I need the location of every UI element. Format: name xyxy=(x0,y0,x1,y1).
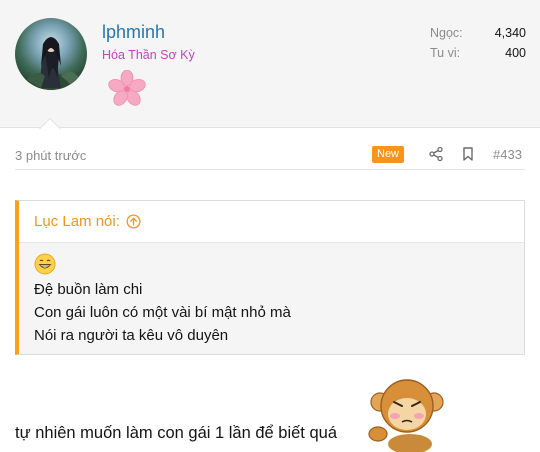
stat-label: Tu vi: xyxy=(430,46,461,60)
stat-value: 400 xyxy=(505,46,526,60)
avatar-illustration xyxy=(21,37,81,90)
share-icon[interactable] xyxy=(428,146,444,162)
stat-row-tu-vi: Tu vi: 400 xyxy=(430,46,526,66)
sakura-flower-icon xyxy=(108,70,146,106)
post-meta-bar: 3 phút trước New #433 xyxy=(15,144,525,170)
bookmark-icon[interactable] xyxy=(460,146,476,162)
post-time[interactable]: 3 phút trước xyxy=(15,148,86,163)
monkey-sticker xyxy=(368,379,444,452)
quote-block: Lục Lam nói: Đệ buồn làm chi Con gái luô… xyxy=(15,200,525,355)
quote-line: Con gái luôn có một vài bí mật nhỏ mà xyxy=(34,304,291,321)
quote-header: Lục Lam nói: xyxy=(19,201,524,243)
quote-body: Đệ buồn làm chi Con gái luôn có một vài … xyxy=(19,243,524,347)
stat-label: Ngọc: xyxy=(430,26,463,40)
quote-line: Đệ buồn làm chi xyxy=(34,281,143,298)
avatar[interactable] xyxy=(15,18,87,90)
user-title: Hóa Thần Sơ Kỳ xyxy=(102,48,195,62)
arrow-up-circle-icon[interactable] xyxy=(126,214,141,229)
post-number-link[interactable]: #433 xyxy=(493,147,522,162)
username-link[interactable]: lphminh xyxy=(102,22,165,43)
post-body-text: tự nhiên muốn làm con gái 1 lần để biết … xyxy=(15,424,338,442)
stat-row-ngoc: Ngọc: 4,340 xyxy=(430,26,526,46)
grinning-face-emoji xyxy=(34,253,56,275)
header-pointer xyxy=(37,116,63,129)
quote-line: Nói ra người ta kêu vô duyên xyxy=(34,327,229,344)
stat-value: 4,340 xyxy=(494,26,526,40)
user-stats: Ngọc: 4,340 Tu vi: 400 xyxy=(430,26,526,66)
user-header: lphminh Hóa Thần Sơ Kỳ Ngọc: 4,340 Tu vi… xyxy=(0,0,540,128)
new-badge: New xyxy=(372,146,405,163)
quote-author[interactable]: Lục Lam nói: xyxy=(34,213,120,230)
